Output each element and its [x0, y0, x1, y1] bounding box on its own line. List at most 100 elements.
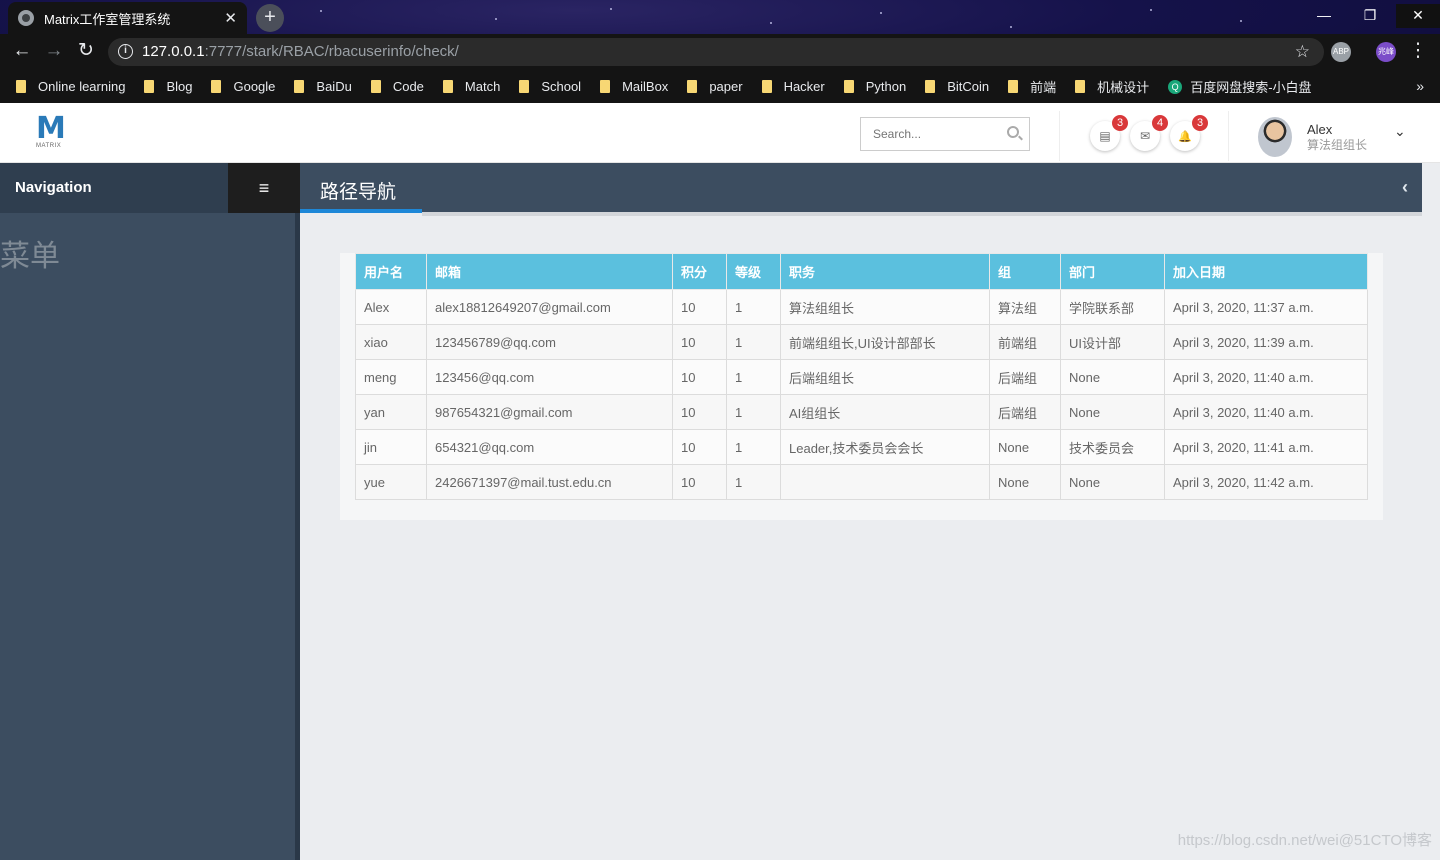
bookmark-item[interactable]: Hacker: [761, 79, 825, 94]
breadcrumb-divider: [422, 212, 1422, 216]
bookmark-item[interactable]: Google: [211, 79, 275, 94]
minimize-button[interactable]: —: [1304, 4, 1344, 28]
table-cell: yue: [355, 464, 427, 500]
adblock-extension-icon[interactable]: ABP: [1331, 42, 1351, 62]
bell-badge: 3: [1192, 115, 1208, 131]
bookmark-item[interactable]: BaiDu: [294, 79, 352, 94]
bookmark-item[interactable]: 前端: [1008, 77, 1056, 96]
folder-icon: [519, 80, 530, 93]
bookmarks-overflow-button[interactable]: »: [1416, 78, 1424, 94]
bookmark-item-baidu-pan[interactable]: Q 百度网盘搜索-小白盘: [1168, 77, 1312, 96]
bookmark-label: 机械设计: [1097, 80, 1150, 95]
header-divider: [1059, 111, 1060, 161]
profile-avatar-icon[interactable]: 兆峰: [1376, 42, 1396, 62]
close-window-button[interactable]: ✕: [1396, 4, 1440, 28]
table-cell: 1: [726, 324, 781, 360]
column-header[interactable]: 用户名: [355, 253, 427, 290]
bookmark-item[interactable]: 机械设计: [1075, 77, 1149, 96]
column-header[interactable]: 等级: [726, 253, 781, 290]
bookmark-label: MailBox: [622, 79, 669, 94]
bookmark-label: paper: [709, 79, 743, 94]
scrollbar-track[interactable]: [1422, 163, 1440, 860]
avatar[interactable]: [1258, 117, 1292, 157]
table-cell: 123456789@qq.com: [426, 324, 673, 360]
matrix-logo[interactable]: M MATRIX: [36, 114, 70, 151]
url-host: 127.0.0.1: [142, 43, 205, 60]
chevron-left-icon[interactable]: ‹: [1402, 177, 1408, 198]
table-cell: None: [989, 429, 1061, 465]
folder-icon: [687, 80, 698, 93]
bookmark-item[interactable]: Match: [442, 79, 500, 94]
user-name[interactable]: Alex: [1307, 122, 1332, 137]
bookmark-item[interactable]: Python: [843, 79, 906, 94]
reload-button[interactable]: ↻: [74, 40, 98, 64]
bookmark-item[interactable]: Blog: [144, 79, 192, 94]
tab-close-icon[interactable]: ✕: [224, 9, 237, 27]
search-icon[interactable]: [1007, 126, 1019, 138]
column-header[interactable]: 加入日期: [1164, 253, 1368, 290]
address-bar[interactable]: i 127.0.0.1:7777/stark/RBAC/rbacuserinfo…: [108, 38, 1324, 66]
table-row[interactable]: yue 2426671397@mail.tust.edu.cn 10 1 None Non…: [355, 464, 1368, 500]
table-cell: 10: [672, 324, 727, 360]
table-cell: Leader,技术委员会会长: [780, 429, 990, 465]
maximize-button[interactable]: ❐: [1350, 4, 1390, 28]
folder-icon: [1008, 80, 1019, 93]
forward-button[interactable]: →: [42, 40, 66, 64]
chevron-down-icon[interactable]: ⌄: [1394, 123, 1406, 140]
header-divider: [1228, 111, 1229, 161]
sidebar-title: Navigation: [0, 163, 228, 213]
breadcrumb: 路径导航 ‹: [300, 163, 1422, 213]
folder-icon: [925, 80, 936, 93]
bookmark-label: Code: [392, 79, 424, 94]
table-cell: 1: [726, 429, 781, 465]
browser-toolbar: ← → ↻ i 127.0.0.1:7777/stark/RBAC/rbacus…: [0, 34, 1440, 70]
search-input[interactable]: [861, 118, 991, 150]
user-table: 用户名 邮箱 积分 等级 职务 组 部门 加入日期 Alex alex188126…: [355, 253, 1368, 500]
bookmark-item[interactable]: Online learning: [16, 79, 125, 94]
column-header[interactable]: 部门: [1060, 253, 1165, 290]
folder-icon: [1075, 80, 1086, 93]
table-cell: None: [989, 464, 1061, 500]
table-row[interactable]: Alex alex18812649207@gmail.com 10 1 算法组组长 算法组…: [355, 289, 1368, 325]
table-cell: alex18812649207@gmail.com: [426, 289, 673, 325]
table-row[interactable]: jin 654321@qq.com 10 1 Leader,技术委员会会长 None 技术委…: [355, 429, 1368, 465]
table-cell: 10: [672, 464, 727, 500]
table-cell: 学院联系部: [1060, 289, 1165, 325]
column-header[interactable]: 职务: [780, 253, 990, 290]
table-cell: 10: [672, 289, 727, 325]
browser-menu-icon[interactable]: ⋮: [1406, 40, 1430, 64]
folder-icon: [294, 80, 305, 93]
table-row[interactable]: yan 987654321@gmail.com 10 1 AI组组长 后端组 None Apr…: [355, 394, 1368, 430]
user-role: 算法组组长: [1307, 138, 1368, 152]
inbox-badge: 3: [1112, 115, 1128, 131]
bell-icon[interactable]: 🔔 3: [1170, 115, 1208, 151]
table-cell: 10: [672, 429, 727, 465]
back-button[interactable]: ←: [10, 40, 34, 64]
table-cell: April 3, 2020, 11:37 a.m.: [1164, 289, 1368, 325]
table-cell: April 3, 2020, 11:40 a.m.: [1164, 359, 1368, 395]
table-row[interactable]: meng 123456@qq.com 10 1 后端组组长 后端组 None April 3,…: [355, 359, 1368, 395]
bell-glyph: 🔔: [1178, 131, 1192, 143]
tab-favicon-icon: [18, 10, 34, 26]
url-path: :7777/stark/RBAC/rbacuserinfo/check/: [204, 43, 459, 60]
sidebar: Navigation ≡ 菜单: [0, 163, 300, 860]
table-cell: UI设计部: [1060, 324, 1165, 360]
inbox-icon[interactable]: ▤ 3: [1090, 115, 1128, 151]
column-header[interactable]: 邮箱: [426, 253, 673, 290]
bookmark-item[interactable]: MailBox: [600, 79, 668, 94]
bookmark-item[interactable]: School: [519, 79, 581, 94]
column-header[interactable]: 积分: [672, 253, 727, 290]
site-info-icon[interactable]: i: [118, 44, 133, 59]
bookmark-item[interactable]: BitCoin: [925, 79, 989, 94]
mail-icon[interactable]: ✉ 4: [1130, 115, 1168, 151]
table-cell: 后端组: [989, 359, 1061, 395]
menu-toggle-icon[interactable]: ≡: [228, 163, 300, 213]
table-cell: 后端组: [989, 394, 1061, 430]
bookmark-item[interactable]: paper: [687, 79, 743, 94]
table-row[interactable]: xiao 123456789@qq.com 10 1 前端组组长,UI设计部部长 前端组 U…: [355, 324, 1368, 360]
new-tab-button[interactable]: +: [256, 4, 284, 32]
bookmark-item[interactable]: Code: [370, 79, 424, 94]
bookmark-star-icon[interactable]: ☆: [1295, 38, 1310, 66]
column-header[interactable]: 组: [989, 253, 1061, 290]
browser-tab[interactable]: Matrix工作室管理系统 ✕: [8, 2, 247, 34]
